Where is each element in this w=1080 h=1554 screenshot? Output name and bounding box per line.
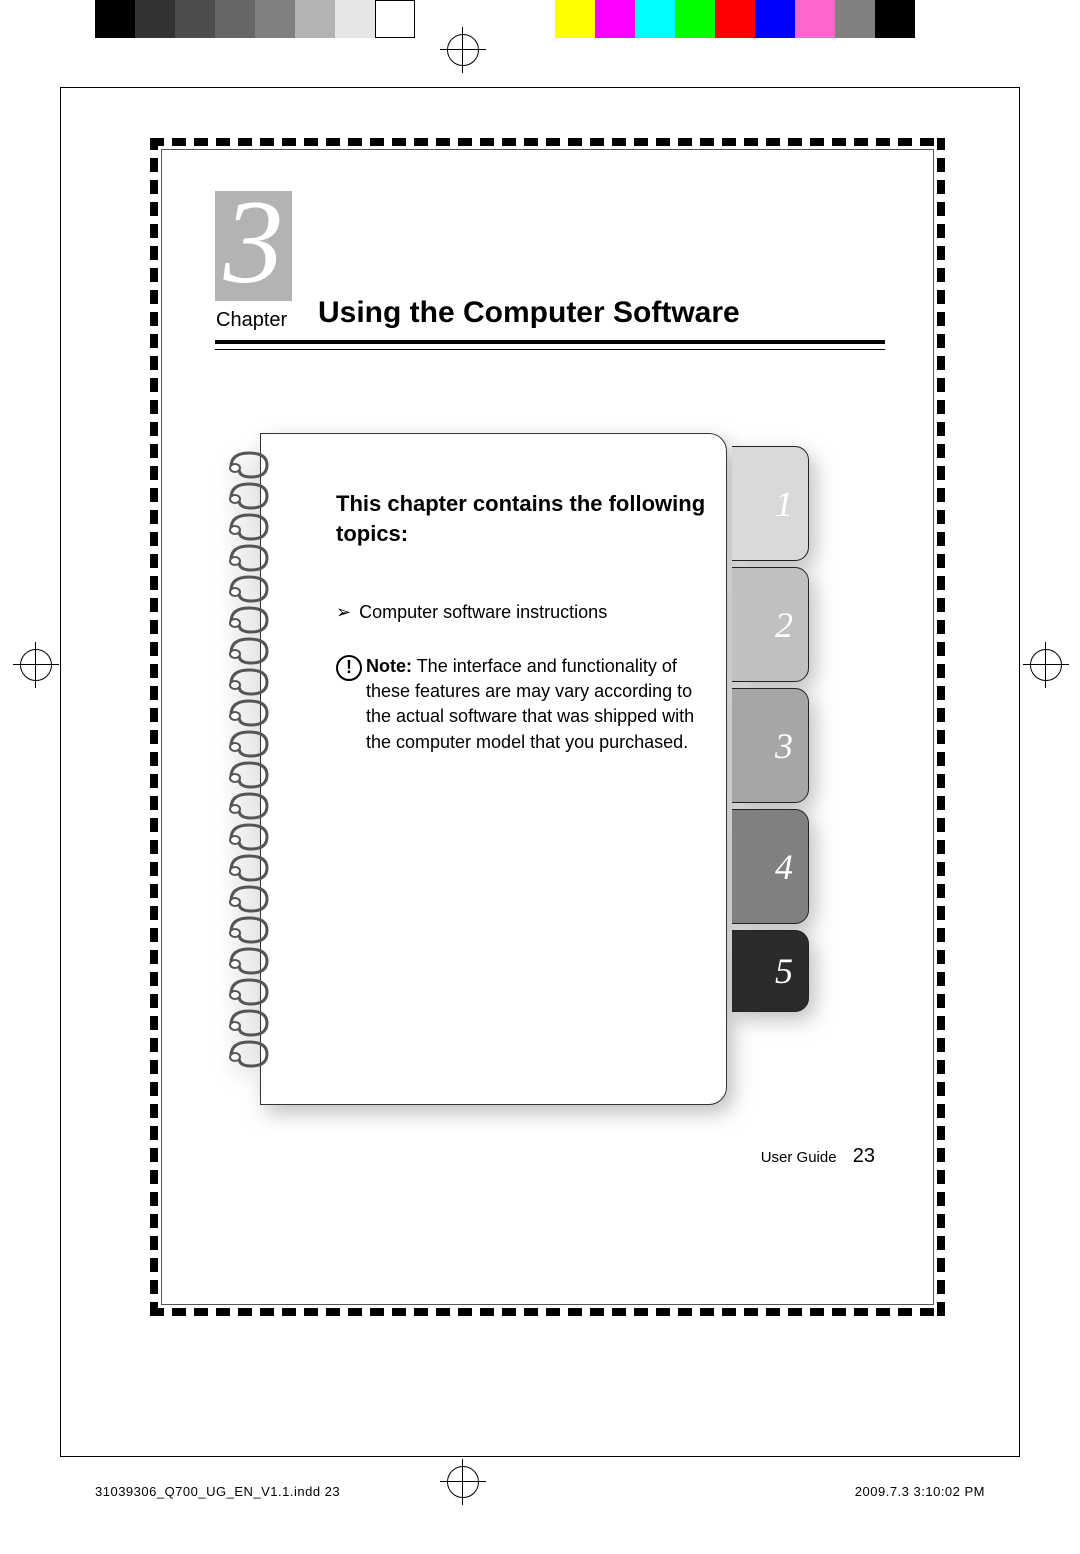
note-text: Note: The interface and functionality of… xyxy=(366,654,716,755)
slug-filename: 31039306_Q700_UG_EN_V1.1.indd 23 xyxy=(95,1484,340,1499)
side-tab-3: 3 xyxy=(759,688,809,803)
color-swatch xyxy=(95,0,135,38)
color-swatch xyxy=(215,0,255,38)
side-tab-label: 5 xyxy=(775,950,793,992)
side-tab-4: 4 xyxy=(759,809,809,924)
chapter-label: Chapter xyxy=(216,309,287,332)
spiral-ring-icon xyxy=(225,453,271,475)
color-swatch xyxy=(555,0,595,38)
print-color-bars xyxy=(0,0,1080,38)
note-body: The interface and functionality of these… xyxy=(366,656,694,752)
spiral-ring-icon xyxy=(225,546,271,568)
color-swatch xyxy=(135,0,175,38)
bullet-arrow-icon: ➢ xyxy=(336,602,351,622)
spiral-ring-icon xyxy=(225,639,271,661)
spiral-ring-icon xyxy=(225,763,271,785)
chapter-number: 3 xyxy=(224,182,284,302)
page-number: 23 xyxy=(853,1145,875,1167)
divider-thin xyxy=(215,349,885,350)
registration-mark-icon xyxy=(447,1466,479,1498)
spiral-ring-icon xyxy=(225,980,271,1002)
side-tab-5: 5 xyxy=(759,930,809,1012)
doc-label: User Guide xyxy=(761,1149,837,1166)
registration-mark-icon xyxy=(447,34,479,66)
spiral-ring-icon xyxy=(225,515,271,537)
spiral-binding-icon xyxy=(225,453,285,1073)
color-swatch xyxy=(675,0,715,38)
color-swatch xyxy=(335,0,375,38)
color-swatch xyxy=(635,0,675,38)
page-footer: User Guide 23 xyxy=(761,1145,875,1168)
intro-heading: This chapter contains the following topi… xyxy=(336,489,706,548)
divider-thick xyxy=(215,340,885,344)
color-swatch xyxy=(595,0,635,38)
spiral-ring-icon xyxy=(225,949,271,971)
topic-text: Computer software instructions xyxy=(359,602,607,622)
chapter-title: Using the Computer Software xyxy=(318,296,740,330)
color-swatch xyxy=(175,0,215,38)
spiral-ring-icon xyxy=(225,701,271,723)
spiral-ring-icon xyxy=(225,1011,271,1033)
spiral-ring-icon xyxy=(225,794,271,816)
note-label: Note: xyxy=(366,656,412,676)
side-tab-label: 4 xyxy=(775,846,793,888)
spiral-ring-icon xyxy=(225,670,271,692)
side-tab-label: 2 xyxy=(775,604,793,646)
side-tab-1: 1 xyxy=(759,446,809,561)
color-swatch xyxy=(835,0,875,38)
color-swatch xyxy=(755,0,795,38)
side-tabs: 1 2 3 4 5 xyxy=(759,446,807,1018)
side-tab-label: 1 xyxy=(775,483,793,525)
color-swatch xyxy=(795,0,835,38)
chapter-number-box: 3 xyxy=(215,191,292,301)
registration-mark-icon xyxy=(1030,649,1062,681)
spiral-ring-icon xyxy=(225,577,271,599)
slug-timestamp: 2009.7.3 3:10:02 PM xyxy=(855,1484,985,1499)
spiral-ring-icon xyxy=(225,825,271,847)
spiral-ring-icon xyxy=(225,1042,271,1064)
spiral-ring-icon xyxy=(225,484,271,506)
topic-item: ➢ Computer software instructions xyxy=(336,602,706,623)
note-icon: ! xyxy=(336,654,366,755)
color-swatch xyxy=(715,0,755,38)
side-tab-label: 3 xyxy=(775,725,793,767)
spiral-ring-icon xyxy=(225,608,271,630)
color-swatch xyxy=(375,0,415,38)
spiral-ring-icon xyxy=(225,887,271,909)
spiral-ring-icon xyxy=(225,732,271,754)
color-swatch xyxy=(295,0,335,38)
note-block: ! Note: The interface and functionality … xyxy=(336,654,716,755)
side-tab-2: 2 xyxy=(759,567,809,682)
spiral-ring-icon xyxy=(225,856,271,878)
color-swatch xyxy=(255,0,295,38)
color-swatch xyxy=(875,0,915,38)
notebook-page: This chapter contains the following topi… xyxy=(260,433,727,1105)
registration-mark-icon xyxy=(20,649,52,681)
spiral-ring-icon xyxy=(225,918,271,940)
notebook-graphic: This chapter contains the following topi… xyxy=(225,433,750,1103)
